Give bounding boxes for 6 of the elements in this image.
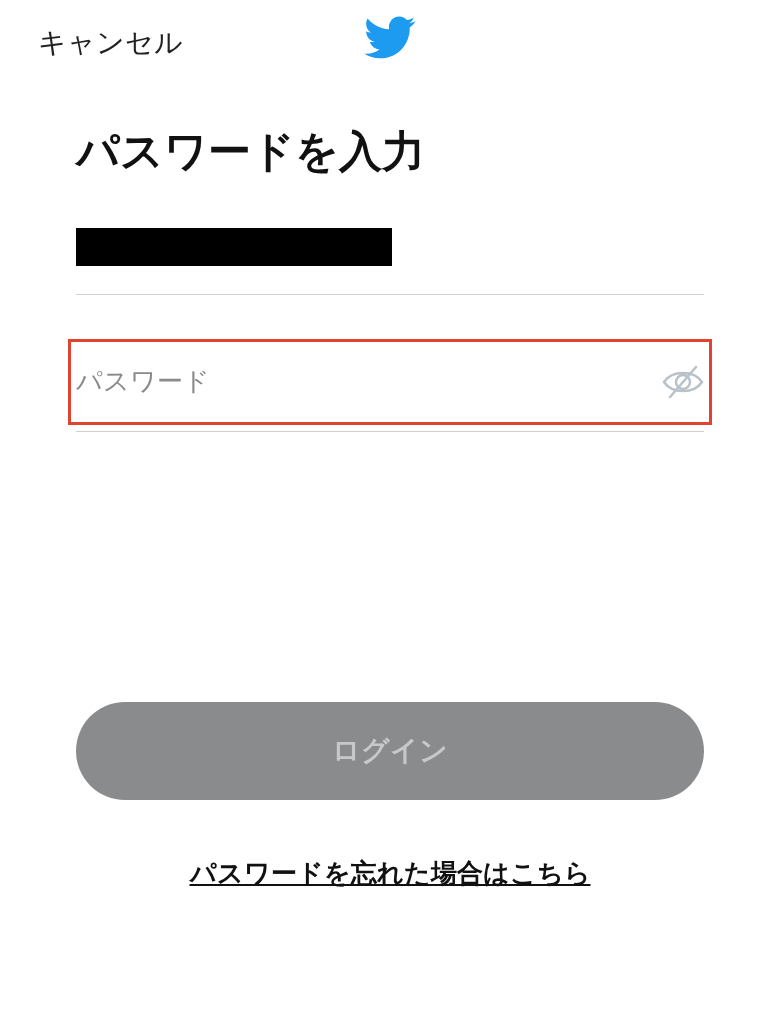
password-field[interactable]: パスワード	[76, 362, 662, 402]
cancel-button[interactable]: キャンセル	[38, 22, 183, 64]
bird-logo-icon	[364, 16, 416, 60]
page-title: パスワードを入力	[76, 126, 426, 178]
eye-slash-icon[interactable]	[662, 363, 704, 400]
forgot-password-link[interactable]: パスワードを忘れた場合はこちら	[189, 857, 591, 888]
